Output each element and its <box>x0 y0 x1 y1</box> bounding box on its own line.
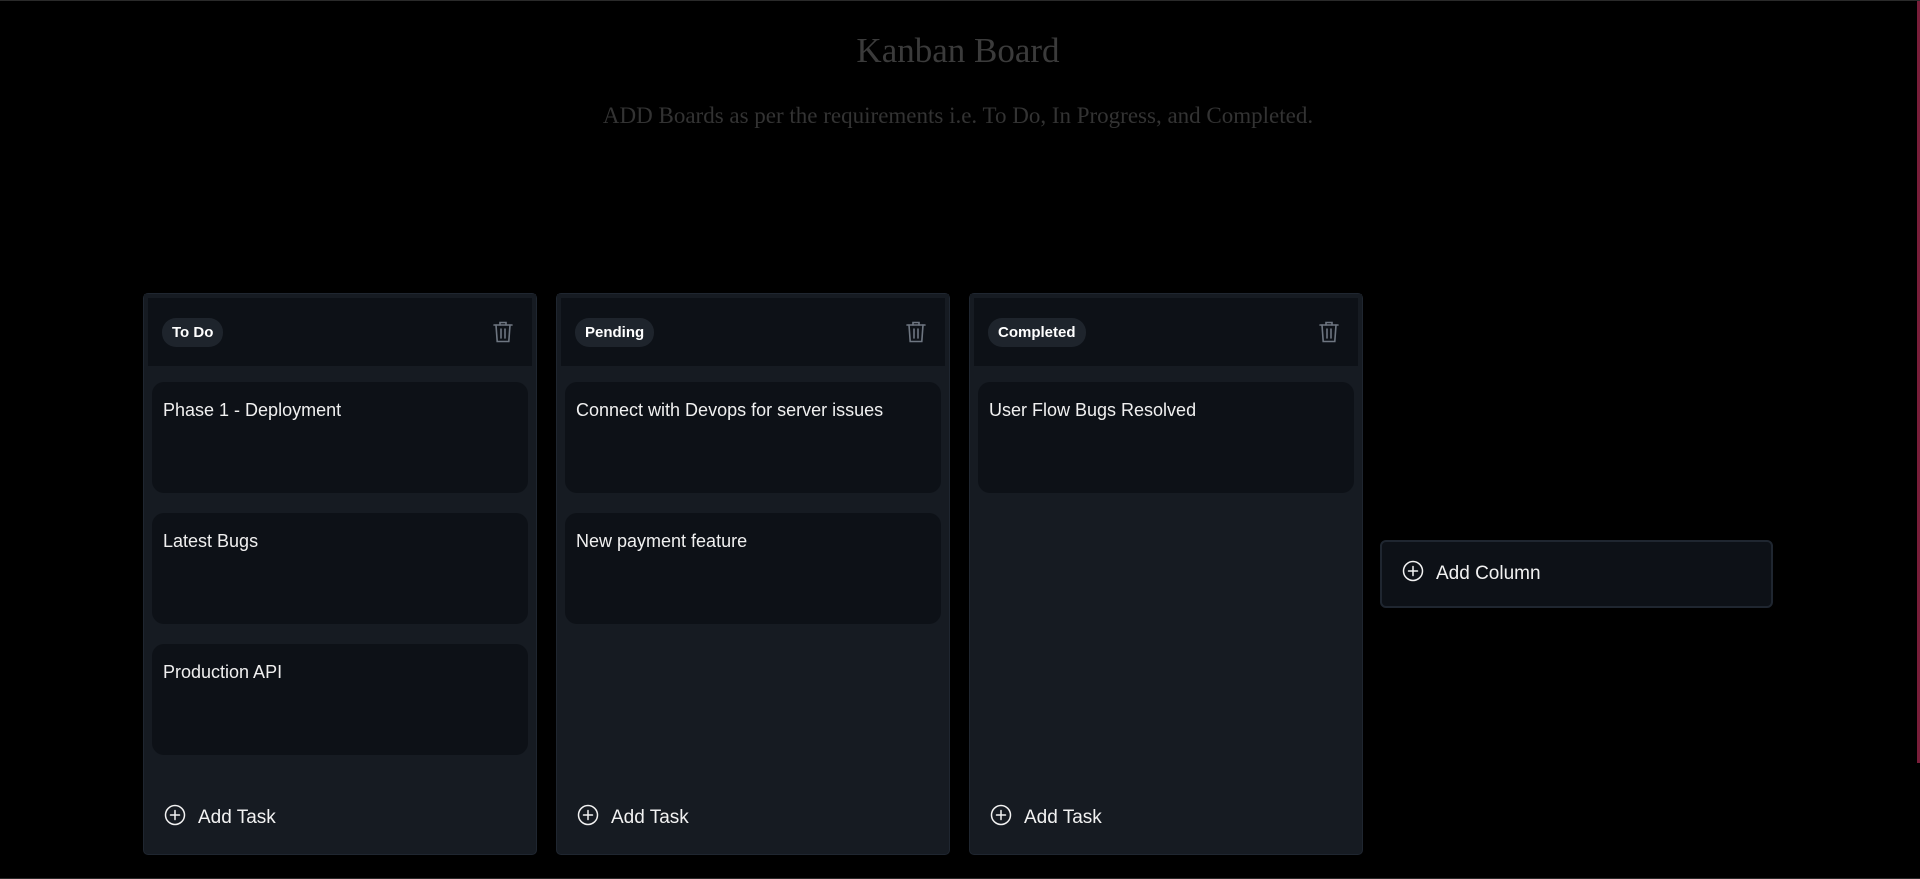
trash-icon[interactable] <box>1316 318 1342 346</box>
add-task-button[interactable]: Add Task <box>577 804 689 832</box>
task-list: User Flow Bugs Resolved <box>970 370 1362 493</box>
column-header: To Do <box>144 294 536 370</box>
column-title[interactable]: Pending <box>575 317 655 347</box>
plus-circle-icon <box>577 804 599 832</box>
plus-circle-icon <box>990 804 1012 832</box>
task-card[interactable]: Phase 1 - Deployment <box>152 382 528 493</box>
column-title[interactable]: Completed <box>988 317 1086 347</box>
add-column-button[interactable]: Add Column <box>1380 540 1773 608</box>
task-card[interactable]: Connect with Devops for server issues <box>565 382 941 493</box>
kanban-board: To Do Phase 1 - Deployment Latest Bugs P… <box>143 293 1363 855</box>
page-title: Kanban Board <box>856 31 1060 70</box>
column-header: Pending <box>557 294 949 370</box>
add-task-label: Add Task <box>198 807 276 828</box>
column-pending: Pending Connect with Devops for server i… <box>556 293 950 855</box>
page-subtitle: ADD Boards as per the requirements i.e. … <box>602 103 1314 128</box>
plus-circle-icon <box>164 804 186 832</box>
task-list: Phase 1 - Deployment Latest Bugs Product… <box>144 370 536 755</box>
plus-circle-icon <box>1402 560 1424 588</box>
task-card[interactable]: User Flow Bugs Resolved <box>978 382 1354 493</box>
task-card[interactable]: Latest Bugs <box>152 513 528 624</box>
add-task-button[interactable]: Add Task <box>990 804 1102 832</box>
task-list: Connect with Devops for server issues Ne… <box>557 370 949 624</box>
add-column-label: Add Column <box>1436 563 1541 584</box>
column-title[interactable]: To Do <box>162 317 224 347</box>
column-to-do: To Do Phase 1 - Deployment Latest Bugs P… <box>143 293 537 855</box>
kanban-page: Kanban Board ADD Boards as per the requi… <box>0 0 1920 879</box>
task-card[interactable]: Production API <box>152 644 528 755</box>
add-task-button[interactable]: Add Task <box>164 804 276 832</box>
trash-icon[interactable] <box>490 318 516 346</box>
add-task-label: Add Task <box>611 807 689 828</box>
trash-icon[interactable] <box>903 318 929 346</box>
column-header: Completed <box>970 294 1362 370</box>
add-task-label: Add Task <box>1024 807 1102 828</box>
column-completed: Completed User Flow Bugs Resolved Add Ta… <box>969 293 1363 855</box>
task-card[interactable]: New payment feature <box>565 513 941 624</box>
